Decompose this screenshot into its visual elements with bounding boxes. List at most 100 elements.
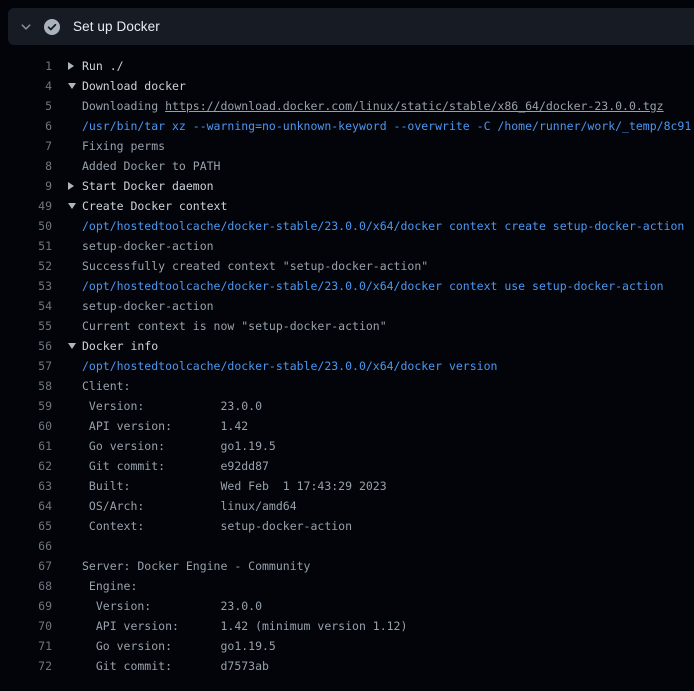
group-title: Run ./ bbox=[82, 59, 124, 73]
log-line: 5 Downloading https://download.docker.com… bbox=[0, 96, 694, 116]
log-text: Version: 23.0.0 bbox=[68, 396, 262, 416]
line-number[interactable]: 70 bbox=[0, 616, 52, 636]
log-line: 68 Engine: bbox=[0, 576, 694, 596]
log-text: Context: setup-docker-action bbox=[68, 516, 352, 536]
log-text-segment: Engine: bbox=[82, 579, 137, 593]
line-number[interactable]: 63 bbox=[0, 476, 52, 496]
log-line: 62 Git commit: e92dd87 bbox=[0, 456, 694, 476]
log-text-segment: Fixing perms bbox=[82, 139, 165, 153]
log-text-segment: Git commit: e92dd87 bbox=[82, 459, 269, 473]
log-text: setup-docker-action bbox=[68, 296, 214, 316]
line-number[interactable]: 68 bbox=[0, 576, 52, 596]
log-text: Server: Docker Engine - Community bbox=[68, 556, 310, 576]
line-number[interactable]: 62 bbox=[0, 456, 52, 476]
line-number[interactable]: 53 bbox=[0, 276, 52, 296]
log-group-row: 56 Docker info bbox=[0, 336, 694, 356]
log-text-segment: /usr/bin/tar xz --warning=no-unknown-key… bbox=[82, 119, 691, 133]
log-text: Current context is now "setup-docker-act… bbox=[68, 316, 387, 336]
line-number[interactable]: 6 bbox=[0, 116, 52, 136]
line-number[interactable]: 65 bbox=[0, 516, 52, 536]
log-text: Version: 23.0.0 bbox=[68, 596, 262, 616]
log-line: 59 Version: 23.0.0 bbox=[0, 396, 694, 416]
log-line: 6/usr/bin/tar xz --warning=no-unknown-ke… bbox=[0, 116, 694, 136]
log-line: 54 setup-docker-action bbox=[0, 296, 694, 316]
log-group-row: 1 Run ./ bbox=[0, 56, 694, 76]
line-number[interactable]: 7 bbox=[0, 136, 52, 156]
log-text-segment: API version: 1.42 (minimum version 1.12) bbox=[82, 619, 407, 633]
log-text-segment: /opt/hostedtoolcache/docker-stable/23.0.… bbox=[82, 219, 684, 233]
log-text-segment: Go version: go1.19.5 bbox=[82, 639, 276, 653]
line-number[interactable]: 66 bbox=[0, 536, 52, 556]
line-number[interactable]: 71 bbox=[0, 636, 52, 656]
log-text: setup-docker-action bbox=[68, 236, 214, 256]
log-line: 66 bbox=[0, 536, 694, 556]
line-number[interactable]: 51 bbox=[0, 236, 52, 256]
line-number[interactable]: 52 bbox=[0, 256, 52, 276]
log-group-header[interactable]: Create Docker context bbox=[68, 196, 227, 216]
log-text: Go version: go1.19.5 bbox=[68, 636, 276, 656]
log-group-header[interactable]: Start Docker daemon bbox=[68, 176, 214, 196]
line-number[interactable]: 8 bbox=[0, 156, 52, 176]
line-number[interactable]: 57 bbox=[0, 356, 52, 376]
line-number[interactable]: 55 bbox=[0, 316, 52, 336]
log-text-segment: Added Docker to PATH bbox=[82, 159, 220, 173]
log-line: 67 Server: Docker Engine - Community bbox=[0, 556, 694, 576]
step-header[interactable]: Set up Docker bbox=[8, 8, 694, 45]
line-number[interactable]: 67 bbox=[0, 556, 52, 576]
log-text-segment: Go version: go1.19.5 bbox=[82, 439, 276, 453]
line-number[interactable]: 5 bbox=[0, 96, 52, 116]
line-number[interactable]: 60 bbox=[0, 416, 52, 436]
log-text bbox=[68, 536, 82, 556]
log-text-segment: Context: setup-docker-action bbox=[82, 519, 352, 533]
log-line: 61 Go version: go1.19.5 bbox=[0, 436, 694, 456]
log-text-segment: Downloading bbox=[82, 99, 165, 113]
log-lines: 1 Run ./ 4 Download docker 5 Downloading http… bbox=[0, 45, 694, 676]
line-number[interactable]: 69 bbox=[0, 596, 52, 616]
log-group-row: 4 Download docker bbox=[0, 76, 694, 96]
log-group-header[interactable]: Docker info bbox=[68, 336, 158, 356]
log-text: Engine: bbox=[68, 576, 137, 596]
log-line: 55 Current context is now "setup-docker-a… bbox=[0, 316, 694, 336]
line-number[interactable]: 56 bbox=[0, 336, 52, 356]
log-line: 7 Fixing perms bbox=[0, 136, 694, 156]
group-title: Start Docker daemon bbox=[82, 179, 214, 193]
step-title: Set up Docker bbox=[73, 19, 160, 34]
log-text-segment: Client: bbox=[82, 379, 130, 393]
chevron-down-icon[interactable] bbox=[20, 21, 32, 33]
log-text: Git commit: e92dd87 bbox=[68, 456, 269, 476]
line-number[interactable]: 49 bbox=[0, 196, 52, 216]
log-text-segment: Server: Docker Engine - Community bbox=[82, 559, 310, 573]
group-title: Docker info bbox=[82, 339, 158, 353]
line-number[interactable]: 61 bbox=[0, 436, 52, 456]
line-number[interactable]: 50 bbox=[0, 216, 52, 236]
line-number[interactable]: 72 bbox=[0, 656, 52, 676]
log-text-segment: Successfully created context "setup-dock… bbox=[82, 259, 428, 273]
group-title: Create Docker context bbox=[82, 199, 227, 213]
log-text-segment: /opt/hostedtoolcache/docker-stable/23.0.… bbox=[82, 279, 664, 293]
log-line: 8 Added Docker to PATH bbox=[0, 156, 694, 176]
log-line: 69 Version: 23.0.0 bbox=[0, 596, 694, 616]
triangle-right-icon bbox=[68, 176, 82, 196]
line-number[interactable]: 54 bbox=[0, 296, 52, 316]
log-text: Built: Wed Feb 1 17:43:29 2023 bbox=[68, 476, 387, 496]
log-text-segment: setup-docker-action bbox=[82, 239, 214, 253]
log-line: 51 setup-docker-action bbox=[0, 236, 694, 256]
log-group-header[interactable]: Download docker bbox=[68, 76, 186, 96]
log-group-row: 9 Start Docker daemon bbox=[0, 176, 694, 196]
triangle-down-icon bbox=[68, 76, 82, 96]
log-text-segment: API version: 1.42 bbox=[82, 419, 248, 433]
line-number[interactable]: 4 bbox=[0, 76, 52, 96]
triangle-down-icon bbox=[68, 336, 82, 356]
command-text: /usr/bin/tar xz --warning=no-unknown-key… bbox=[68, 116, 691, 136]
log-text-segment: OS/Arch: linux/amd64 bbox=[82, 499, 297, 513]
line-number[interactable]: 59 bbox=[0, 396, 52, 416]
line-number[interactable]: 58 bbox=[0, 376, 52, 396]
line-number[interactable]: 1 bbox=[0, 56, 52, 76]
log-line: 72 Git commit: d7573ab bbox=[0, 656, 694, 676]
log-group-header[interactable]: Run ./ bbox=[68, 56, 124, 76]
line-number[interactable]: 64 bbox=[0, 496, 52, 516]
download-url-link[interactable]: https://download.docker.com/linux/static… bbox=[165, 99, 664, 113]
triangle-right-icon bbox=[68, 56, 82, 76]
log-text: Added Docker to PATH bbox=[68, 156, 220, 176]
line-number[interactable]: 9 bbox=[0, 176, 52, 196]
